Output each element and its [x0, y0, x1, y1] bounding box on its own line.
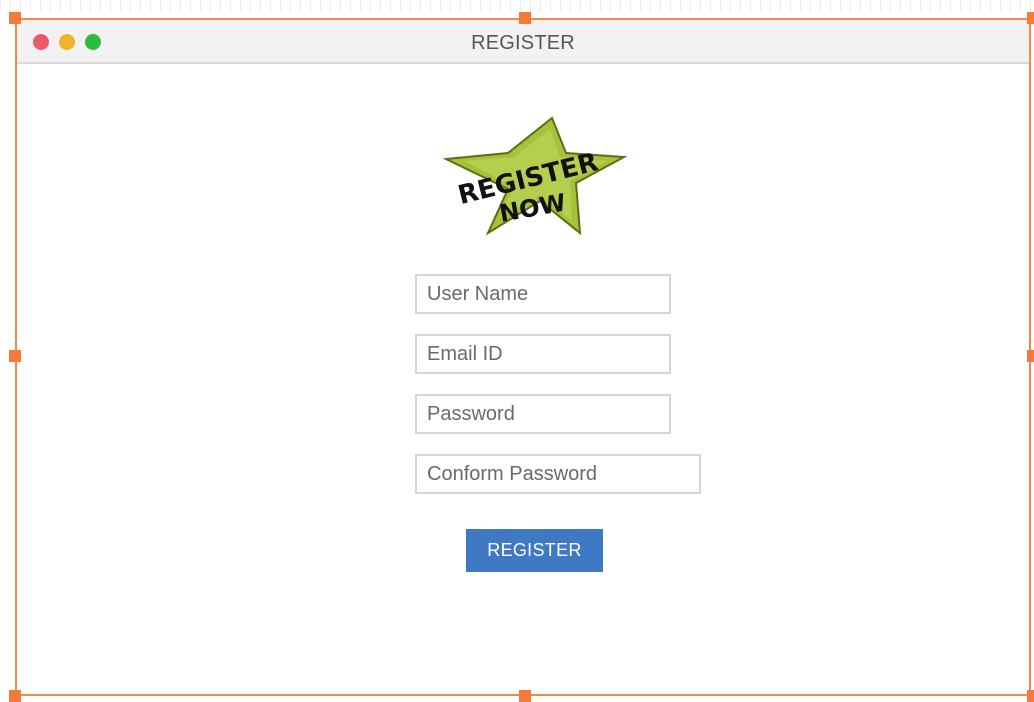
resize-handle-top-left[interactable]: [9, 12, 21, 24]
register-button[interactable]: REGISTER: [466, 529, 603, 572]
username-input[interactable]: [415, 274, 671, 314]
resize-handle-top-right[interactable]: [1027, 12, 1034, 24]
title-bar[interactable]: REGISTER: [17, 20, 1029, 64]
resize-handle-middle-left[interactable]: [9, 350, 21, 362]
password-input[interactable]: [415, 394, 671, 434]
resize-handle-top-center[interactable]: [519, 12, 531, 24]
window-title: REGISTER: [471, 32, 575, 54]
register-now-star-logo: REGISTER NOW: [442, 116, 628, 236]
email-input[interactable]: [415, 334, 671, 374]
design-canvas: REGISTER REGISTER NOW REGISTER: [0, 0, 1034, 702]
resize-handle-middle-right[interactable]: [1027, 350, 1034, 362]
resize-handle-bottom-left[interactable]: [9, 690, 21, 702]
confirm-password-input[interactable]: [415, 454, 701, 494]
resize-handle-bottom-right[interactable]: [1027, 690, 1034, 702]
top-ruler: [0, 0, 1034, 12]
resize-handle-bottom-center[interactable]: [519, 690, 531, 702]
